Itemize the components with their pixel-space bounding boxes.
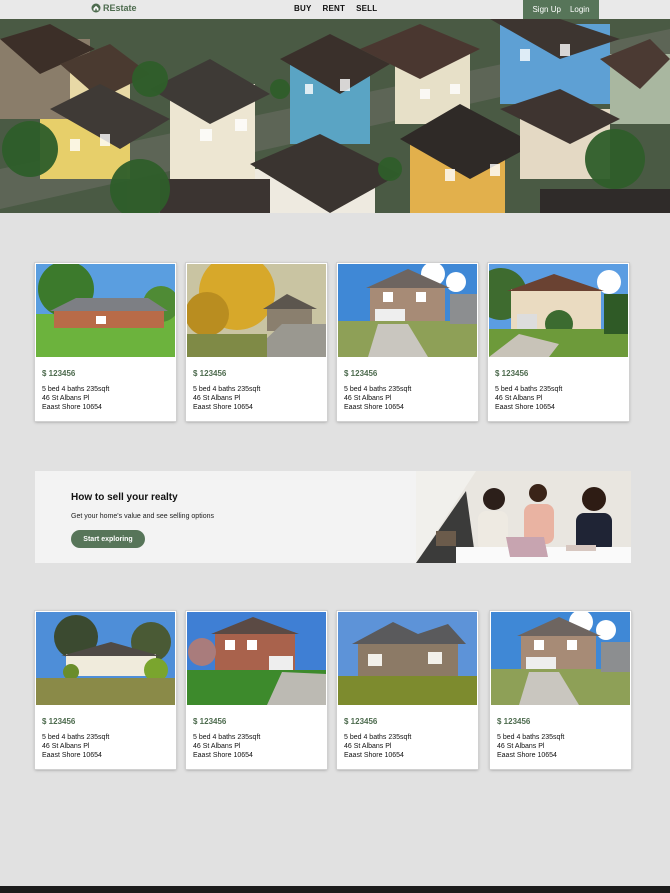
login-button[interactable]: Login (570, 5, 590, 14)
listing-street: 46 St Albans Pl (193, 743, 241, 750)
listing-photo (489, 264, 628, 357)
listing-card[interactable]: $ 123456 5 bed 4 baths 235sqft 46 St Alb… (35, 611, 176, 769)
listing-photo (491, 612, 630, 705)
listing-price: $ 123456 (193, 717, 227, 726)
listing-price: $ 123456 (497, 717, 531, 726)
listing-details: 5 bed 4 baths 235sqft (42, 386, 110, 393)
listing-photo (187, 264, 326, 357)
listing-details: 5 bed 4 baths 235sqft (193, 734, 261, 741)
listing-street: 46 St Albans Pl (193, 395, 241, 402)
listing-street: 46 St Albans Pl (42, 395, 90, 402)
listing-street: 46 St Albans Pl (344, 743, 392, 750)
listing-info: 5 bed 4 baths 235sqft 46 St Albans Pl Ea… (344, 385, 411, 412)
banner-title: How to sell your realty (71, 492, 178, 503)
listing-price: $ 123456 (42, 369, 76, 378)
listing-card[interactable]: $ 123456 5 bed 4 baths 235sqft 46 St Alb… (337, 611, 478, 769)
listing-street: 46 St Albans Pl (344, 395, 392, 402)
listing-info: 5 bed 4 baths 235sqft 46 St Albans Pl Ea… (193, 385, 260, 412)
brand-logo[interactable]: REstate (91, 3, 137, 13)
listing-photo (187, 612, 326, 705)
banner-subtitle: Get your home's value and see selling op… (71, 513, 214, 520)
listing-photo (36, 264, 175, 357)
listing-street: 46 St Albans Pl (42, 743, 90, 750)
listing-info: 5 bed 4 baths 235sqft 46 St Albans Pl Ea… (42, 733, 109, 760)
nav-sell[interactable]: SELL (356, 4, 377, 13)
listing-info: 5 bed 4 baths 235sqft 46 St Albans Pl Ea… (497, 733, 564, 760)
listing-area: Eaast Shore 10654 (193, 404, 253, 411)
listing-card[interactable]: $ 123456 5 bed 4 baths 235sqft 46 St Alb… (186, 263, 327, 421)
listing-info: 5 bed 4 baths 235sqft 46 St Albans Pl Ea… (42, 385, 109, 412)
main-nav: BUY RENT SELL (294, 4, 377, 13)
nav-buy[interactable]: BUY (294, 4, 312, 13)
listing-card[interactable]: $ 123456 5 bed 4 baths 235sqft 46 St Alb… (35, 263, 176, 421)
listing-info: 5 bed 4 baths 235sqft 46 St Albans Pl Ea… (495, 385, 562, 412)
listing-price: $ 123456 (495, 369, 529, 378)
listing-photo (36, 612, 175, 705)
listing-details: 5 bed 4 baths 235sqft (495, 386, 563, 393)
nav-rent[interactable]: RENT (323, 4, 346, 13)
listing-price: $ 123456 (344, 369, 378, 378)
listing-details: 5 bed 4 baths 235sqft (42, 734, 110, 741)
listing-photo (338, 264, 477, 357)
listing-price: $ 123456 (344, 717, 378, 726)
listing-details: 5 bed 4 baths 235sqft (344, 734, 412, 741)
listing-photo (338, 612, 477, 705)
listing-area: Eaast Shore 10654 (42, 752, 102, 759)
listing-card[interactable]: $ 123456 5 bed 4 baths 235sqft 46 St Alb… (488, 263, 629, 421)
listing-details: 5 bed 4 baths 235sqft (193, 386, 261, 393)
listing-info: 5 bed 4 baths 235sqft 46 St Albans Pl Ea… (193, 733, 260, 760)
listing-area: Eaast Shore 10654 (344, 752, 404, 759)
listing-details: 5 bed 4 baths 235sqft (497, 734, 565, 741)
listing-card[interactable]: $ 123456 5 bed 4 baths 235sqft 46 St Alb… (337, 263, 478, 421)
top-navbar: REstate BUY RENT SELL Sign Up Login (0, 0, 670, 19)
listing-details: 5 bed 4 baths 235sqft (344, 386, 412, 393)
listing-area: Eaast Shore 10654 (193, 752, 253, 759)
listing-price: $ 123456 (193, 369, 227, 378)
home-icon (91, 3, 101, 13)
start-exploring-button[interactable]: Start exploring (71, 530, 145, 548)
banner-photo (416, 471, 631, 563)
footer-bar (0, 886, 670, 893)
sell-banner: How to sell your realty Get your home's … (35, 471, 631, 563)
listing-street: 46 St Albans Pl (497, 743, 545, 750)
listing-area: Eaast Shore 10654 (497, 752, 557, 759)
listing-street: 46 St Albans Pl (495, 395, 543, 402)
hero-image (0, 19, 670, 213)
listing-area: Eaast Shore 10654 (344, 404, 404, 411)
signup-button[interactable]: Sign Up (532, 5, 560, 14)
listing-card[interactable]: $ 123456 5 bed 4 baths 235sqft 46 St Alb… (186, 611, 327, 769)
brand-name: REstate (103, 3, 137, 13)
auth-group: Sign Up Login (523, 0, 599, 19)
listing-price: $ 123456 (42, 717, 76, 726)
listing-area: Eaast Shore 10654 (42, 404, 102, 411)
listing-card[interactable]: $ 123456 5 bed 4 baths 235sqft 46 St Alb… (490, 611, 631, 769)
listing-info: 5 bed 4 baths 235sqft 46 St Albans Pl Ea… (344, 733, 411, 760)
listing-area: Eaast Shore 10654 (495, 404, 555, 411)
